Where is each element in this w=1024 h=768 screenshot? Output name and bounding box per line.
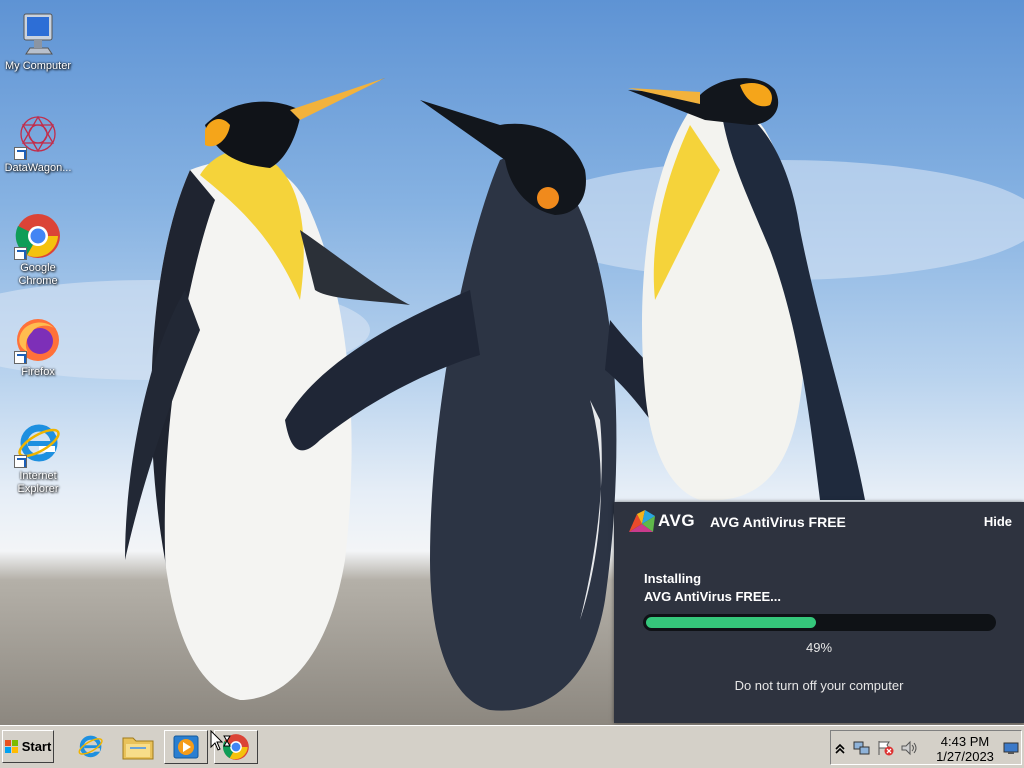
taskbar-file-explorer[interactable] [116, 730, 160, 764]
taskbar: Start 4:43 PM 1/27/2023 [0, 725, 1024, 768]
desktop-icon-internet-explorer[interactable]: Internet Explorer [0, 420, 76, 496]
clock-date[interactable]: 1/27/2023 [927, 749, 1003, 764]
desktop-icon-label: Internet Explorer [17, 470, 59, 495]
shortcut-arrow-icon [14, 147, 27, 160]
install-status-line2: AVG AntiVirus FREE... [644, 589, 782, 604]
shortcut-arrow-icon [14, 247, 27, 260]
avg-title: AVG AntiVirus FREE [710, 514, 846, 530]
install-progress-fill [646, 617, 817, 628]
taskbar-internet-explorer[interactable] [68, 730, 112, 764]
folder-icon [122, 737, 154, 760]
hide-button[interactable]: Hide [984, 514, 1012, 529]
desktop-icon-my-computer[interactable]: My Computer [0, 10, 76, 73]
media-player-icon [173, 735, 199, 759]
internet-explorer-icon [14, 420, 62, 468]
taskbar-media-player[interactable] [164, 730, 208, 764]
firefox-icon [14, 316, 62, 364]
volume-icon[interactable] [901, 740, 917, 756]
windows-logo-icon [4, 739, 18, 753]
my-computer-icon [14, 10, 62, 58]
action-center-icon[interactable] [877, 740, 894, 756]
show-hidden-icon[interactable] [835, 740, 851, 756]
shortcut-arrow-icon [14, 455, 27, 468]
desktop-icon-firefox[interactable]: Firefox [0, 316, 76, 379]
datawagon-icon [14, 112, 62, 160]
install-status: Installing AVG AntiVirus FREE... [644, 570, 781, 606]
network-icon[interactable] [853, 740, 870, 756]
clock-time[interactable]: 4:43 PM [927, 734, 1003, 749]
desktop-icon-label: Google Chrome [18, 262, 58, 287]
desktop-icon-label: Firefox [21, 366, 55, 378]
internet-explorer-icon [78, 735, 103, 758]
chrome-icon [14, 212, 62, 260]
shortcut-arrow-icon [14, 351, 27, 364]
install-status-line1: Installing [644, 571, 702, 586]
avg-header: AVG AVG AntiVirus FREE Hide [614, 502, 1024, 542]
desktop-icon-datawagon[interactable]: DataWagon... [0, 112, 76, 175]
desktop-icon-label: DataWagon... [4, 162, 72, 174]
avg-logo-icon [629, 510, 655, 532]
start-label: Start [21, 739, 52, 754]
busy-cursor-icon [210, 730, 231, 751]
install-progress-bar [643, 614, 996, 631]
desktop-icon[interactable] [1003, 740, 1019, 756]
avg-logo-text: AVG [658, 511, 696, 530]
desktop-icon-label: My Computer [4, 60, 72, 72]
desktop-icon-google-chrome[interactable]: Google Chrome [0, 212, 76, 288]
system-tray: 4:43 PM 1/27/2023 [830, 730, 1022, 765]
install-progress-percent: 49% [805, 640, 833, 655]
install-warning: Do not turn off your computer [734, 678, 904, 693]
avg-install-popup: AVG AVG AntiVirus FREE Hide Installing A… [614, 502, 1024, 723]
start-button[interactable]: Start [2, 730, 54, 763]
